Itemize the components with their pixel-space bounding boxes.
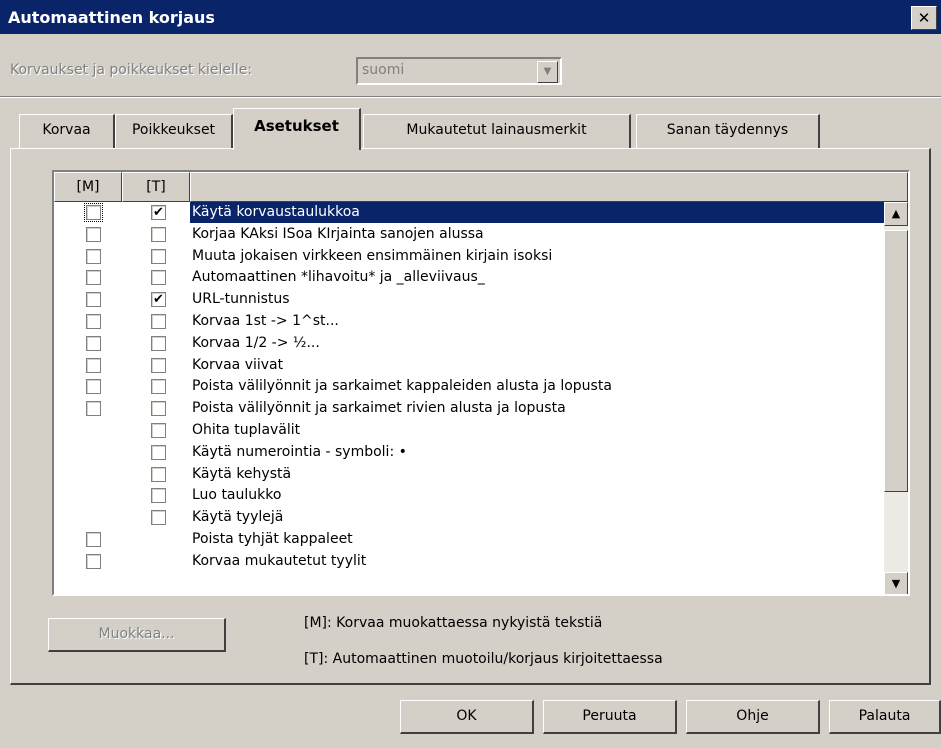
checkbox-t[interactable] bbox=[151, 466, 166, 482]
window-title: Automaattinen korjaus bbox=[8, 8, 215, 27]
option-label: Käytä tyylejä bbox=[192, 509, 284, 526]
option-label: Korvaa 1/2 -> ½... bbox=[192, 334, 320, 351]
option-row[interactable]: Poista välilyönnit ja sarkaimet rivien a… bbox=[54, 398, 884, 420]
checkbox-m[interactable] bbox=[86, 401, 101, 417]
checkbox-t[interactable] bbox=[151, 270, 166, 286]
scroll-up-button[interactable]: ▲ bbox=[884, 202, 908, 226]
tab-mukautetut-lainausmerkit[interactable]: Mukautetut lainausmerkit bbox=[363, 114, 631, 148]
option-row[interactable]: Käytä numerointia - symboli: • bbox=[54, 442, 884, 464]
tab-korvaa[interactable]: Korvaa bbox=[19, 114, 115, 148]
option-label: Korjaa KAksi ISoa KIrjainta sanojen alus… bbox=[192, 225, 484, 242]
language-label: Korvaukset ja poikkeukset kielelle: bbox=[10, 62, 253, 78]
option-label: Poista välilyönnit ja sarkaimet rivien a… bbox=[192, 400, 566, 417]
checkbox-t[interactable] bbox=[151, 313, 166, 329]
checkbox-t[interactable] bbox=[151, 488, 166, 504]
checkbox-m[interactable] bbox=[86, 292, 101, 308]
option-label: Poista tyhjät kappaleet bbox=[192, 530, 353, 547]
options-rows: ✔ Käytä korvaustaulukkoa Korjaa KAksi ISoa… bbox=[54, 202, 884, 573]
option-row[interactable]: Korvaa mukautetut tyylit bbox=[54, 551, 884, 573]
option-row[interactable]: ✔ Käytä korvaustaulukkoa bbox=[54, 202, 884, 224]
option-row[interactable]: Ohita tuplavälit bbox=[54, 420, 884, 442]
option-row[interactable]: Muuta jokaisen virkkeen ensimmäinen kirj… bbox=[54, 246, 884, 268]
option-row[interactable]: Korvaa viivat bbox=[54, 355, 884, 377]
options-list[interactable]: [M] [T] ✔ Käytä korvaustaulukkoa Korjaa KA… bbox=[52, 170, 910, 596]
checkbox-t[interactable] bbox=[151, 422, 166, 438]
checkbox-t[interactable] bbox=[151, 226, 166, 242]
checkbox-t[interactable] bbox=[151, 335, 166, 351]
option-row[interactable]: Käytä tyylejä bbox=[54, 507, 884, 529]
option-row[interactable]: Korjaa KAksi ISoa KIrjainta sanojen alus… bbox=[54, 224, 884, 246]
option-row[interactable]: Käytä kehystä bbox=[54, 464, 884, 486]
checkbox-t[interactable] bbox=[151, 444, 166, 460]
edit-button[interactable]: Muokkaa... bbox=[48, 618, 226, 652]
option-row[interactable]: Poista tyhjät kappaleet bbox=[54, 529, 884, 551]
option-label: Muuta jokaisen virkkeen ensimmäinen kirj… bbox=[192, 247, 553, 264]
scroll-thumb[interactable] bbox=[884, 230, 908, 492]
checkbox-t[interactable] bbox=[151, 357, 166, 373]
checkbox-m[interactable] bbox=[86, 379, 101, 395]
option-label: URL-tunnistus bbox=[192, 291, 290, 308]
option-label: Käytä korvaustaulukkoa bbox=[190, 202, 884, 223]
option-label: Ohita tuplavälit bbox=[192, 421, 301, 438]
legend-t: [T]: Automaattinen muotoilu/korjaus kirj… bbox=[304, 651, 663, 667]
legend-m: [M]: Korvaa muokattaessa nykyistä teksti… bbox=[304, 615, 603, 631]
option-row[interactable]: Luo taulukko bbox=[54, 485, 884, 507]
option-label: Luo taulukko bbox=[192, 487, 282, 504]
checkbox-m[interactable] bbox=[86, 357, 101, 373]
checkbox-t[interactable] bbox=[151, 510, 166, 526]
option-label: Automaattinen *lihavoitu* ja _alleviivau… bbox=[192, 269, 485, 286]
close-button[interactable]: ✕ bbox=[911, 6, 937, 30]
help-button[interactable]: Ohje bbox=[686, 700, 820, 734]
column-header-t[interactable]: [T] bbox=[122, 172, 190, 202]
tab-asetukset[interactable]: Asetukset bbox=[233, 108, 361, 150]
checkbox-t[interactable] bbox=[151, 248, 166, 264]
option-label: Korvaa mukautetut tyylit bbox=[192, 552, 367, 569]
checkbox-t[interactable]: ✔ bbox=[151, 292, 166, 308]
checkbox-m[interactable] bbox=[86, 313, 101, 329]
column-header-m[interactable]: [M] bbox=[54, 172, 122, 202]
tab-poikkeukset[interactable]: Poikkeukset bbox=[115, 114, 233, 148]
checkbox-m[interactable] bbox=[86, 226, 101, 242]
option-label: Korvaa viivat bbox=[192, 356, 284, 373]
language-select[interactable]: suomi ▼ bbox=[356, 57, 562, 85]
option-row[interactable]: Automaattinen *lihavoitu* ja _alleviivau… bbox=[54, 267, 884, 289]
checkbox-m[interactable] bbox=[86, 553, 101, 569]
checkbox-t[interactable] bbox=[151, 401, 166, 417]
tab-sanan-taydennys[interactable]: Sanan täydennys bbox=[636, 114, 820, 148]
checkbox-m[interactable] bbox=[86, 270, 101, 286]
ok-button[interactable]: OK bbox=[400, 700, 534, 734]
checkbox-m[interactable] bbox=[86, 335, 101, 351]
checkbox-m[interactable] bbox=[84, 203, 103, 222]
option-row[interactable]: Poista välilyönnit ja sarkaimet kappalei… bbox=[54, 376, 884, 398]
option-row[interactable]: Korvaa 1st -> 1^st... bbox=[54, 311, 884, 333]
checkbox-t[interactable] bbox=[151, 379, 166, 395]
column-header-option[interactable] bbox=[190, 172, 908, 202]
option-row[interactable]: Korvaa 1/2 -> ½... bbox=[54, 333, 884, 355]
option-label: Korvaa 1st -> 1^st... bbox=[192, 312, 339, 329]
title-bar: Automaattinen korjaus ✕ bbox=[0, 0, 941, 34]
checkbox-m[interactable] bbox=[86, 248, 101, 264]
cancel-button[interactable]: Peruuta bbox=[543, 700, 677, 734]
option-label: Poista välilyönnit ja sarkaimet kappalei… bbox=[192, 378, 612, 395]
language-value: suomi bbox=[362, 62, 405, 78]
checkbox-t[interactable]: ✔ bbox=[151, 205, 166, 220]
option-row[interactable]: ✔ URL-tunnistus bbox=[54, 289, 884, 311]
checkbox-m[interactable] bbox=[86, 531, 101, 547]
chevron-down-icon[interactable]: ▼ bbox=[537, 61, 558, 83]
reset-button[interactable]: Palauta bbox=[829, 700, 941, 734]
separator bbox=[0, 96, 941, 98]
scroll-down-button[interactable]: ▼ bbox=[884, 572, 908, 594]
option-label: Käytä numerointia - symboli: • bbox=[192, 443, 407, 460]
option-label: Käytä kehystä bbox=[192, 465, 292, 482]
scrollbar[interactable]: ▲ ▼ bbox=[884, 202, 908, 594]
